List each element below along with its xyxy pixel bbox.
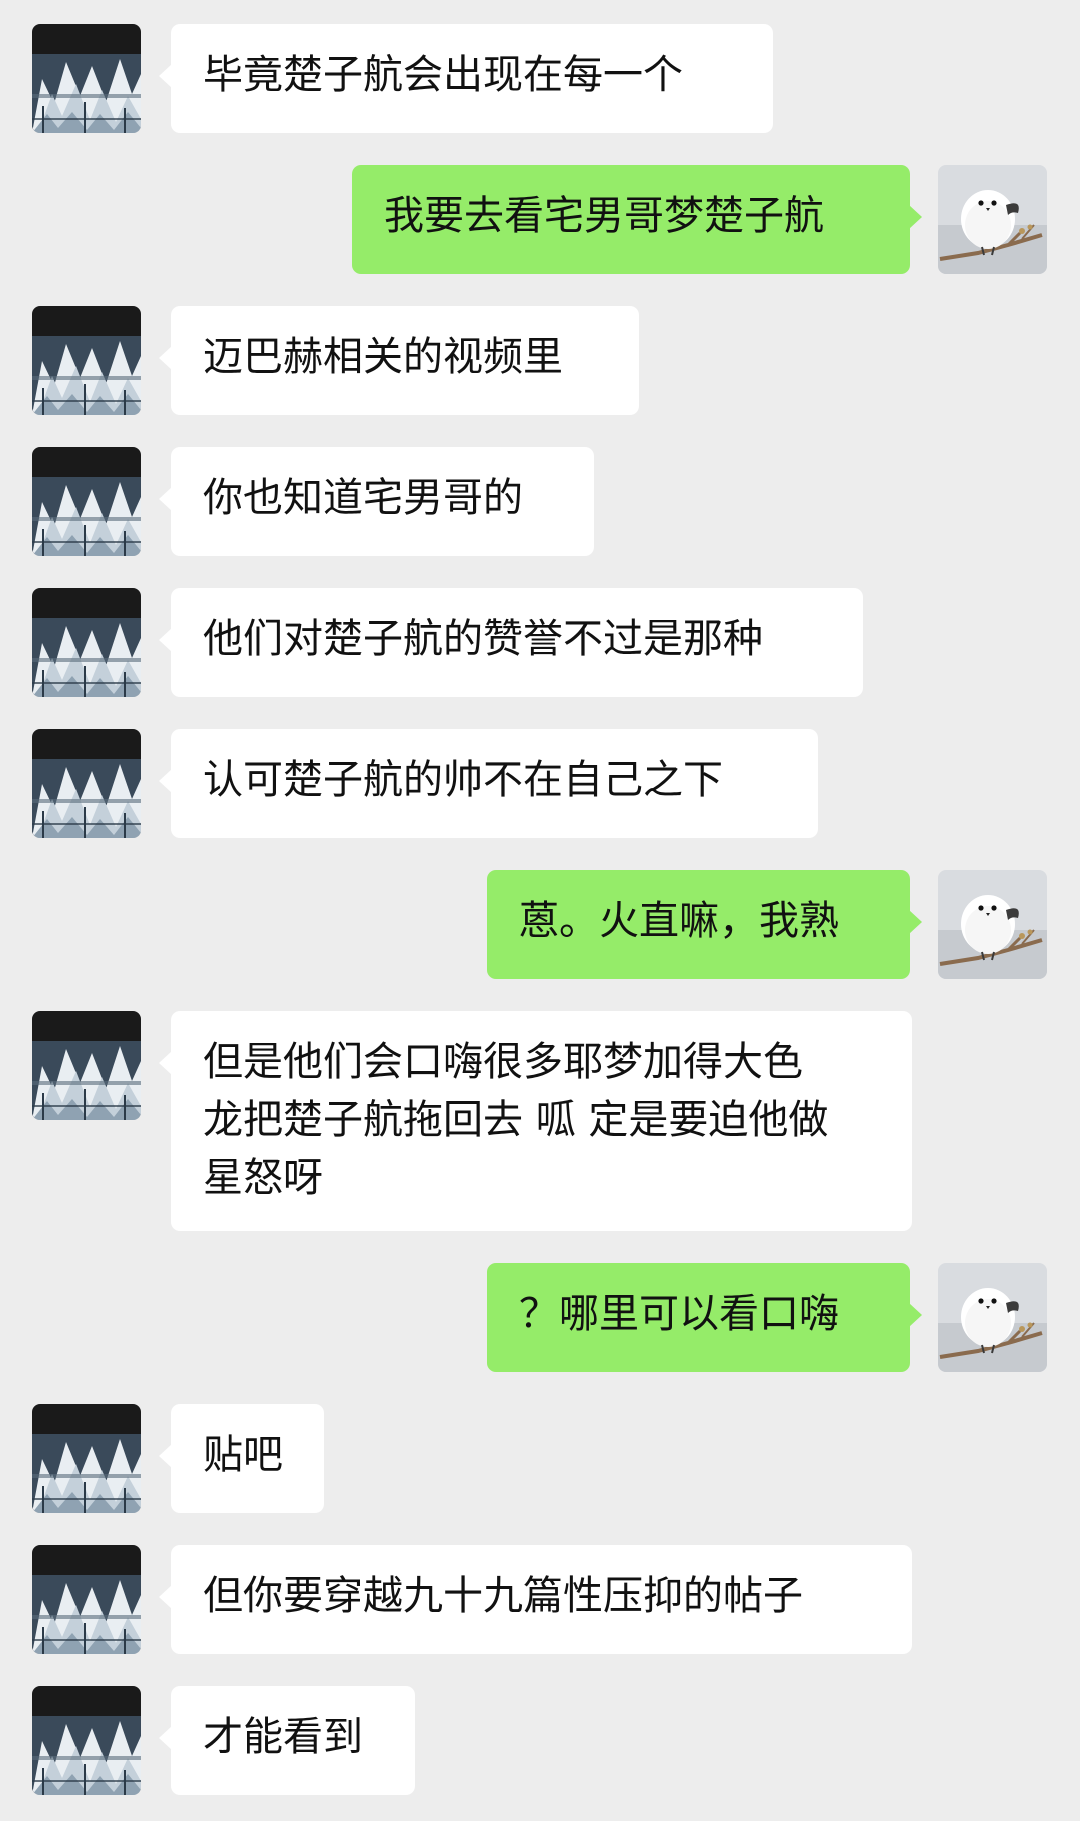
contact-avatar[interactable] xyxy=(32,1686,141,1795)
contact-avatar[interactable] xyxy=(32,24,141,133)
contact-avatar[interactable] xyxy=(32,1011,141,1120)
album-cover-icon xyxy=(32,1686,141,1795)
message-bubble[interactable]: 你也知道宅男哥的 xyxy=(159,447,594,556)
white-bird-icon xyxy=(938,165,1047,274)
album-cover-icon xyxy=(32,24,141,133)
message-text: 毕竟楚子航会出现在每一个 xyxy=(203,52,683,98)
album-cover-icon xyxy=(32,447,141,556)
self-avatar[interactable] xyxy=(938,165,1047,274)
album-cover-icon xyxy=(32,1011,141,1120)
album-cover-icon xyxy=(32,306,141,415)
message-bubble[interactable]: 但是他们会口嗨很多耶梦加得大色 龙把楚子航拖回去 呱 定是要迫他做 星怒呀 xyxy=(159,1011,912,1231)
message-bubble[interactable]: 我要去看宅男哥梦楚子航 xyxy=(352,165,922,274)
message-bubble[interactable]: 他们对楚子航的赞誉不过是那种 xyxy=(159,588,863,697)
message-bubble[interactable]: 贴吧 xyxy=(159,1404,324,1513)
contact-avatar[interactable] xyxy=(32,306,141,415)
album-cover-icon xyxy=(32,588,141,697)
message-text: 但你要穿越九十九篇性压抑的帖子 xyxy=(203,1573,803,1619)
message-bubble[interactable]: 毕竟楚子航会出现在每一个 xyxy=(159,24,773,133)
contact-avatar[interactable] xyxy=(32,588,141,697)
message-bubble[interactable]: 蒽。火直嘛，我熟 xyxy=(487,870,922,979)
white-bird-icon xyxy=(938,870,1047,979)
message-text: 才能看到 xyxy=(203,1714,363,1760)
message-bubble[interactable]: 才能看到 xyxy=(159,1686,415,1795)
message-text: 他们对楚子航的赞誉不过是那种 xyxy=(203,616,763,662)
white-bird-icon xyxy=(938,1263,1047,1372)
self-avatar[interactable] xyxy=(938,1263,1047,1372)
message-text: 但是他们会口嗨很多耶梦加得大色 龙把楚子航拖回去 呱 定是要迫他做 星怒呀 xyxy=(203,1039,829,1201)
message-text: 认可楚子航的帅不在自己之下 xyxy=(203,757,723,803)
message-text: 我要去看宅男哥梦楚子航 xyxy=(384,193,824,239)
album-cover-icon xyxy=(32,1545,141,1654)
message-text: 蒽。火直嘛，我熟 xyxy=(519,898,839,944)
message-text: 迈巴赫相关的视频里 xyxy=(203,334,563,380)
album-cover-icon xyxy=(32,729,141,838)
self-avatar[interactable] xyxy=(938,870,1047,979)
contact-avatar[interactable] xyxy=(32,729,141,838)
message-text: ？哪里可以看口嗨 xyxy=(519,1291,839,1337)
contact-avatar[interactable] xyxy=(32,1404,141,1513)
chat-thread[interactable]: 毕竟楚子航会出现在每一个 我要去看宅男哥梦楚子航 迈巴赫相关的视频里 你也知道宅… xyxy=(0,0,1080,1821)
contact-avatar[interactable] xyxy=(32,1545,141,1654)
message-bubble[interactable]: 认可楚子航的帅不在自己之下 xyxy=(159,729,818,838)
contact-avatar[interactable] xyxy=(32,447,141,556)
message-text: 你也知道宅男哥的 xyxy=(203,475,523,521)
message-bubble[interactable]: ？哪里可以看口嗨 xyxy=(487,1263,922,1372)
album-cover-icon xyxy=(32,1404,141,1513)
message-bubble[interactable]: 但你要穿越九十九篇性压抑的帖子 xyxy=(159,1545,912,1654)
message-bubble[interactable]: 迈巴赫相关的视频里 xyxy=(159,306,639,415)
message-text: 贴吧 xyxy=(203,1432,283,1478)
